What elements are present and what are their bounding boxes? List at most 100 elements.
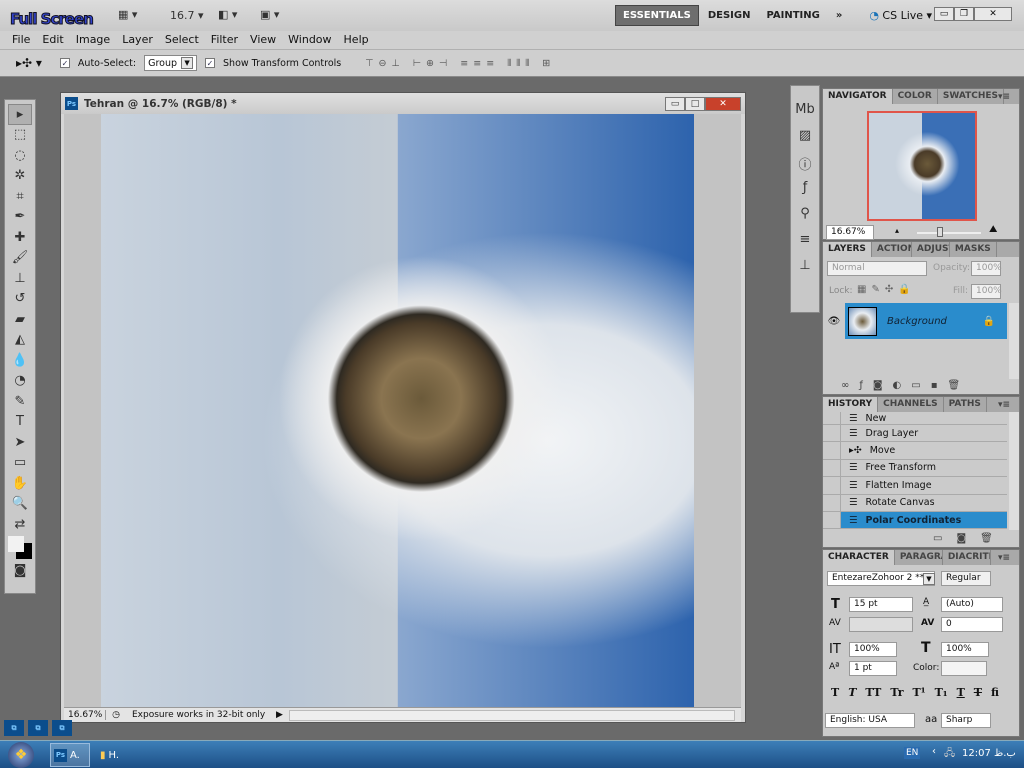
status-info-icon[interactable]: ◷ — [106, 710, 126, 720]
tab-adjustments[interactable]: ADJUSTMENTS — [912, 242, 950, 257]
doc-minimize-button[interactable]: ▭ — [665, 96, 685, 111]
font-style-dropdown[interactable]: Regular — [941, 571, 991, 586]
start-button[interactable]: ❖ — [8, 742, 34, 768]
auto-select-dropdown[interactable]: Group ▼ — [144, 55, 198, 71]
eyedropper-tool-icon[interactable]: ✒ — [8, 207, 32, 228]
menu-view[interactable]: View — [244, 31, 282, 49]
magic-wand-tool-icon[interactable]: ✲ — [8, 166, 32, 187]
eraser-tool-icon[interactable]: ▰ — [8, 309, 32, 330]
tab-navigator[interactable]: NAVIGATOR — [823, 89, 893, 104]
menu-file[interactable]: File — [6, 31, 36, 49]
canvas-area[interactable] — [64, 114, 741, 707]
leading-field[interactable]: (Auto) — [941, 597, 1003, 612]
canvas-image[interactable] — [101, 114, 694, 707]
small-caps-button[interactable]: Tr — [890, 686, 903, 699]
rectangle-tool-icon[interactable]: ▭ — [8, 453, 32, 474]
tool-presets-icon[interactable]: ⊥ — [795, 258, 815, 276]
tab-history[interactable]: HISTORY — [823, 397, 879, 412]
zoom-out-icon[interactable]: ▴ — [895, 226, 899, 235]
zoom-level-dropdown[interactable]: 16.7 ▾ — [170, 9, 204, 22]
tab-layers[interactable]: LAYERS — [823, 242, 872, 257]
history-item[interactable]: ☰ New — [823, 412, 1007, 425]
menu-filter[interactable]: Filter — [205, 31, 244, 49]
history-footer-icons[interactable]: ▭◙🗑 — [933, 533, 1007, 544]
navigator-zoom-field[interactable]: 16.67% — [826, 225, 874, 240]
minimize-button[interactable]: ▭ — [934, 7, 954, 21]
blend-mode-dropdown[interactable]: Normal — [827, 261, 927, 276]
view-extras-icon[interactable]: ▦ ▾ — [118, 8, 137, 21]
move-tool-preset-icon[interactable]: ▸✣ ▾ — [16, 56, 42, 70]
auto-select-checkbox[interactable]: ✓ — [59, 58, 70, 68]
faux-bold-button[interactable]: T — [831, 686, 839, 699]
color-swatches[interactable] — [6, 535, 34, 561]
strikethrough-button[interactable]: T — [974, 686, 982, 699]
cs-live-button[interactable]: ◔ CS Live ▾ — [869, 9, 932, 22]
brush-presets-icon[interactable]: ≡ — [795, 232, 815, 250]
ligatures-button[interactable]: fi — [991, 686, 999, 699]
layers-scrollbar[interactable] — [1009, 303, 1019, 379]
lock-icons[interactable]: ▦✎✣🔒 — [857, 284, 916, 295]
crop-tool-icon[interactable]: ⌗ — [8, 186, 32, 207]
clone-source-icon[interactable]: ⚲ — [795, 206, 815, 224]
clone-stamp-tool-icon[interactable]: ⊥ — [8, 268, 32, 289]
marquee-tool-icon[interactable]: ⬚ — [8, 125, 32, 146]
status-menu-arrow-icon[interactable]: ▶ — [276, 710, 283, 720]
doc-close-button[interactable]: ✕ — [705, 96, 741, 111]
minimized-doc-icon[interactable]: ⧉ — [52, 720, 72, 736]
menu-help[interactable]: Help — [338, 31, 375, 49]
workspace-painting[interactable]: PAINTING — [759, 6, 826, 25]
quick-mask-icon[interactable]: ◙ — [8, 561, 32, 582]
tab-diacritic[interactable]: DIACRITIC — [943, 550, 991, 565]
blur-tool-icon[interactable]: 💧 — [8, 350, 32, 371]
opacity-field[interactable]: 100% — [971, 261, 1002, 276]
workspace-design[interactable]: DESIGN — [701, 6, 758, 25]
horizontal-scrollbar[interactable] — [288, 709, 735, 721]
pen-tool-icon[interactable]: ✎ — [8, 391, 32, 412]
kerning-field[interactable] — [849, 617, 913, 632]
fx-icon[interactable]: ƒ — [795, 180, 815, 198]
move-tool-icon[interactable]: ▸ — [8, 104, 32, 125]
subscript-button[interactable]: T₁ — [935, 686, 948, 699]
history-item[interactable]: ☰ Rotate Canvas — [823, 494, 1007, 512]
layers-footer-icons[interactable]: ∞ƒ◙◐▭▪🗑 — [841, 380, 970, 391]
workspace-essentials[interactable]: ESSENTIALS — [615, 5, 699, 26]
type-tool-icon[interactable]: T — [8, 412, 32, 433]
clock[interactable]: 12:07 ب.ظ — [962, 748, 1016, 759]
close-button[interactable]: ✕ — [974, 7, 1012, 21]
taskbar-item-explorer[interactable]: ▮ H. — [96, 743, 136, 767]
swap-colors-icon[interactable]: ⇄ — [8, 514, 32, 535]
doc-maximize-button[interactable]: □ — [685, 96, 705, 111]
arrange-documents-icon[interactable]: ◧ ▾ — [218, 8, 237, 21]
horizontal-scale-field[interactable]: 100% — [941, 642, 989, 657]
align-icons[interactable]: ⊤⊖⊥ ⊢⊕⊣ ≡≡≡ ⫴⫴⫴ ⊞ — [365, 58, 555, 69]
document-title-bar[interactable]: Ps Tehran @ 16.7% (RGB/8) * ▭ □ ✕ — [61, 93, 745, 114]
history-item[interactable]: ☰ Free Transform — [823, 459, 1007, 478]
path-selection-tool-icon[interactable]: ➤ — [8, 432, 32, 453]
status-zoom[interactable]: 16.67% — [64, 710, 106, 720]
all-caps-button[interactable]: TT — [865, 686, 881, 699]
tab-color[interactable]: COLOR — [893, 89, 938, 104]
tab-channels[interactable]: CHANNELS — [878, 397, 944, 412]
tab-masks[interactable]: MASKS — [950, 242, 997, 257]
tray-expand-icon[interactable]: ‹ — [932, 746, 936, 757]
dodge-tool-icon[interactable]: ◔ — [8, 371, 32, 392]
info-icon[interactable]: ⓘ — [795, 154, 815, 173]
antialias-dropdown[interactable]: Sharp — [941, 713, 991, 728]
language-indicator[interactable]: EN — [904, 747, 921, 759]
hand-tool-icon[interactable]: ✋ — [8, 473, 32, 494]
more-workspaces-button[interactable]: » — [829, 6, 849, 25]
fill-field[interactable]: 100% — [971, 284, 1002, 299]
history-brush-tool-icon[interactable]: ↺ — [8, 289, 32, 310]
navigator-thumbnail[interactable] — [867, 111, 977, 221]
minimized-doc-icon[interactable]: ⧉ — [4, 720, 24, 736]
history-item[interactable]: ☰ Drag Layer — [823, 425, 1007, 443]
history-item[interactable]: ☰ Flatten Image — [823, 477, 1007, 495]
menu-layer[interactable]: Layer — [116, 31, 159, 49]
underline-button[interactable]: T — [957, 686, 965, 699]
network-icon[interactable]: 🖧 — [944, 746, 955, 763]
vertical-scale-field[interactable]: 100% — [849, 642, 897, 657]
font-family-dropdown[interactable]: EntezareZohoor 2 ** — [827, 571, 935, 586]
minimized-doc-icon[interactable]: ⧉ — [28, 720, 48, 736]
tab-character[interactable]: CHARACTER — [823, 550, 895, 565]
menu-edit[interactable]: Edit — [36, 31, 69, 49]
